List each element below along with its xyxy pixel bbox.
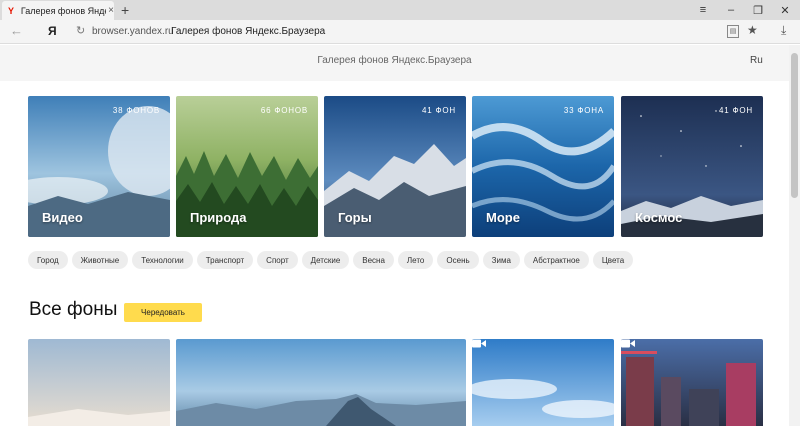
shuffle-button[interactable]: Чередовать [124,303,202,322]
download-icon[interactable]: ⤓ [781,23,786,38]
tag-chip[interactable]: Транспорт [196,251,254,269]
video-camera-icon [621,339,635,348]
background-thumb[interactable] [621,339,763,426]
tag-chip[interactable]: Зима [482,251,520,269]
card-count: 33 ФОНА [563,106,604,115]
thumb-image [176,339,466,426]
category-card-space[interactable]: 41 ФОН Космос [621,96,763,237]
card-name: Природа [190,210,247,225]
new-tab-button[interactable]: + [121,1,129,19]
tag-chip[interactable]: Осень [437,251,479,269]
card-name: Космос [635,210,683,225]
browser-tab[interactable]: Y Галерея фонов Яндекс.Б × [2,1,114,20]
yandex-favicon-icon: Y [8,5,15,16]
minimize-button[interactable]: – [718,0,744,20]
category-card-mountains[interactable]: 41 ФОН Горы [324,96,466,237]
tab-close-icon[interactable]: × [108,5,114,16]
back-arrow-icon[interactable]: ← [10,23,23,38]
card-name: Горы [338,210,372,225]
site-header: Галерея фонов Яндекс.Браузера Ru [0,45,789,81]
category-card-sea[interactable]: 33 ФОНА Море [472,96,614,237]
card-name: Видео [42,210,83,225]
tag-chip[interactable]: Технологии [132,251,193,269]
category-card-video[interactable]: 38 ФОНОВ Видео [28,96,170,237]
thumb-image [621,339,763,426]
bookmarks-panel-icon[interactable]: ▤ [727,25,739,38]
site-title: Галерея фонов Яндекс.Браузера [317,55,472,66]
refresh-icon[interactable]: ↻ [76,24,85,37]
thumb-image [472,339,614,426]
all-backgrounds-title: Все фоны [29,299,118,320]
card-count: 41 ФОН [421,106,456,115]
language-switch[interactable]: Ru [750,55,763,66]
category-card-nature[interactable]: 66 ФОНОВ Природа [176,96,318,237]
address-bar: ← Я ↻ browser.yandex.ru Галерея фонов Ян… [0,20,800,44]
card-count: 66 ФОНОВ [260,106,308,115]
close-window-button[interactable]: ✕ [772,0,798,20]
thumb-image [28,339,170,426]
tag-chip[interactable]: Детские [301,251,350,269]
background-thumb[interactable] [472,339,614,426]
tag-chip[interactable]: Спорт [257,251,298,269]
maximize-button[interactable]: ❐ [745,0,771,20]
bookmark-star-icon[interactable]: ★ [747,23,758,37]
url-field[interactable]: browser.yandex.ru [92,26,174,37]
tag-chip[interactable]: Животные [71,251,129,269]
scrollbar[interactable] [789,45,800,426]
card-name: Море [486,210,520,225]
tag-chip[interactable]: Цвета [592,251,634,269]
background-thumb[interactable] [176,339,466,426]
background-thumb[interactable] [28,339,170,426]
tag-list: Город Животные Технологии Транспорт Спор… [28,251,634,269]
tab-strip: Y Галерея фонов Яндекс.Б × + ≡ – ❐ ✕ [0,0,800,20]
card-count: 41 ФОН [718,106,753,115]
address-page-title[interactable]: Галерея фонов Яндекс.Браузера [171,26,325,37]
menu-icon[interactable]: ≡ [690,0,716,20]
tag-chip[interactable]: Абстрактное [523,251,589,269]
tab-title: Галерея фонов Яндекс.Б [20,5,106,16]
tag-chip[interactable]: Лето [397,251,434,269]
card-count: 38 ФОНОВ [112,106,160,115]
video-camera-icon [472,339,486,348]
tag-chip[interactable]: Весна [353,251,394,269]
scrollbar-thumb[interactable] [791,53,798,198]
yandex-logo-icon[interactable]: Я [48,24,57,38]
tag-chip[interactable]: Город [28,251,68,269]
